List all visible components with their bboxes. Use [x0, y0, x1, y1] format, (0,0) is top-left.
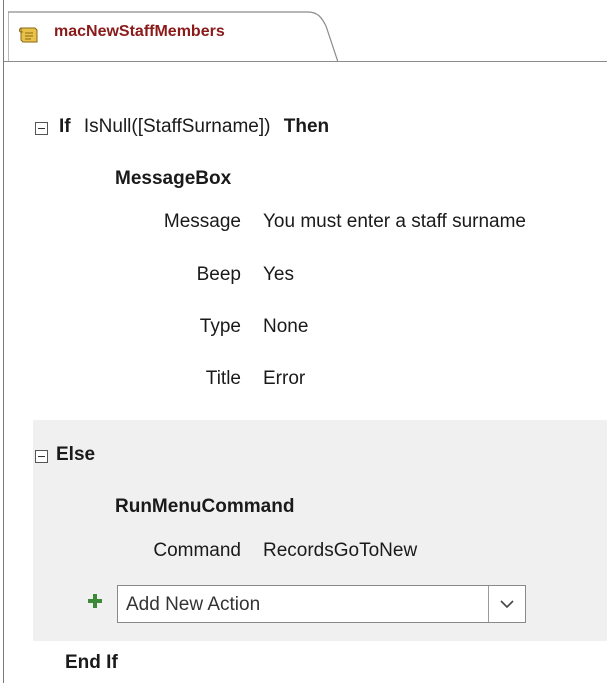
tab-title: macNewStaffMembers: [54, 23, 225, 40]
tab-strip-divider: [4, 61, 607, 62]
if-keyword: If: [59, 116, 71, 137]
add-new-action-combobox[interactable]: Add New Action: [117, 585, 526, 623]
action-runmenucommand[interactable]: RunMenuCommand: [115, 496, 294, 518]
collapse-if-icon[interactable]: [35, 122, 48, 135]
arg-name-message: Message: [163, 211, 241, 232]
macro-designer: macNewStaffMembers If IsNull([StaffSurna…: [3, 0, 607, 683]
if-condition[interactable]: IsNull([StaffSurname]): [84, 116, 271, 137]
arg-name-command: Command: [153, 540, 241, 561]
plus-icon[interactable]: [88, 594, 102, 608]
macro-scroll-icon: [19, 27, 38, 43]
add-new-action-placeholder: Add New Action: [126, 594, 261, 615]
then-keyword: Then: [283, 116, 330, 137]
arg-value-title[interactable]: Error: [263, 368, 305, 390]
chevron-down-icon: [500, 600, 514, 609]
action-messagebox[interactable]: MessageBox: [115, 168, 231, 190]
arg-value-command[interactable]: RecordsGoToNew: [263, 540, 417, 562]
arg-value-message[interactable]: You must enter a staff surname: [263, 211, 526, 233]
arg-name-beep: Beep: [196, 264, 241, 285]
add-action-dropdown-button[interactable]: [488, 586, 525, 622]
collapse-else-icon[interactable]: [35, 450, 48, 463]
else-keyword[interactable]: Else: [56, 444, 95, 466]
arg-value-type[interactable]: None: [263, 316, 308, 338]
arg-name-title: Title: [205, 368, 241, 389]
arg-value-beep[interactable]: Yes: [263, 264, 294, 286]
end-if-keyword: End If: [65, 652, 118, 673]
arg-name-type: Type: [199, 316, 241, 337]
if-header[interactable]: If IsNull([StaffSurname]) Then: [59, 116, 329, 138]
